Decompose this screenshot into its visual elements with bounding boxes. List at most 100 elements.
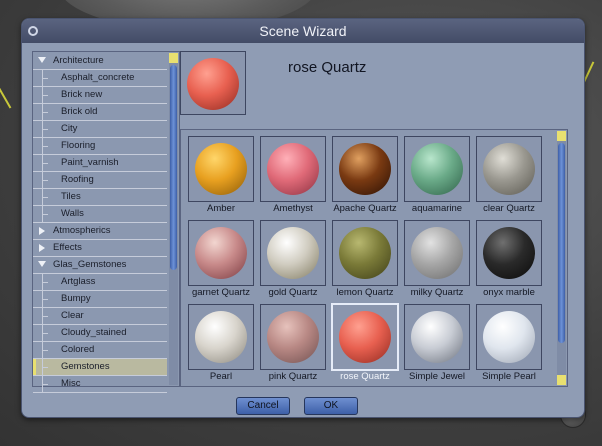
material-thumbnail[interactable] — [332, 136, 398, 202]
close-dot-icon[interactable] — [28, 26, 38, 36]
tree-connector-tick — [42, 78, 48, 79]
tree-item[interactable]: Asphalt_concrete — [33, 70, 167, 87]
tree-item-label: Walls — [61, 208, 84, 219]
tree-item[interactable]: Brick old — [33, 104, 167, 121]
expanded-triangle-icon[interactable] — [38, 57, 46, 63]
material-tile[interactable]: gold Quartz — [260, 220, 326, 298]
material-label: Amber — [207, 203, 235, 214]
collapsed-triangle-icon[interactable] — [39, 227, 45, 235]
tree-connector-tick — [42, 333, 48, 334]
material-thumbnail[interactable] — [188, 220, 254, 286]
grid-scroll-thumb[interactable] — [558, 143, 565, 343]
tree-item-label: Gemstones — [61, 361, 110, 372]
material-tile[interactable]: Apache Quartz — [332, 136, 398, 214]
material-thumbnail[interactable] — [404, 304, 470, 370]
tree-item[interactable]: Misc — [33, 376, 167, 393]
material-tile[interactable]: lemon Quartz — [332, 220, 398, 298]
material-tile[interactable]: garnet Quartz — [188, 220, 254, 298]
ok-button[interactable]: OK — [304, 397, 358, 415]
tree-item[interactable]: Tiles — [33, 189, 167, 206]
tree-item-label: Architecture — [53, 55, 104, 66]
tree-item-label: Atmospherics — [53, 225, 111, 236]
tree-scroll-cap — [169, 53, 178, 63]
material-sphere-icon — [339, 143, 391, 195]
material-thumbnail[interactable] — [260, 136, 326, 202]
tree-category[interactable]: Glas_Gemstones — [33, 257, 167, 274]
material-label: Simple Pearl — [482, 371, 536, 382]
tree-row-divider — [33, 392, 167, 393]
material-label: Amethyst — [273, 203, 313, 214]
tree-item[interactable]: Roofing — [33, 172, 167, 189]
cancel-button[interactable]: Cancel — [236, 397, 290, 415]
category-tree-list: Architecture Asphalt_concrete Brick new Bri… — [33, 53, 167, 393]
tree-scroll-thumb[interactable] — [170, 65, 177, 270]
tree-item-label: City — [61, 123, 78, 134]
tree-item-label: Artglass — [61, 276, 96, 287]
collapsed-triangle-icon[interactable] — [39, 244, 45, 252]
tree-item[interactable]: Colored — [33, 342, 167, 359]
material-tile[interactable]: pink Quartz — [260, 304, 326, 382]
tree-item[interactable]: Clear — [33, 308, 167, 325]
material-thumbnail[interactable] — [188, 304, 254, 370]
material-thumbnail[interactable] — [476, 136, 542, 202]
tree-scrollbar[interactable] — [169, 53, 178, 385]
tree-item[interactable]: Brick new — [33, 87, 167, 104]
material-thumbnail[interactable] — [260, 220, 326, 286]
preview-sphere-icon — [187, 58, 239, 110]
selection-marker — [33, 359, 36, 375]
material-sphere-icon — [339, 311, 391, 363]
material-thumbnail[interactable] — [476, 304, 542, 370]
material-tile[interactable]: Pearl — [188, 304, 254, 382]
tree-item[interactable]: Gemstones — [33, 359, 167, 376]
material-sphere-icon — [267, 143, 319, 195]
tree-item-label: Flooring — [61, 140, 96, 151]
expanded-triangle-icon[interactable] — [38, 261, 46, 267]
tree-connector-tick — [42, 299, 48, 300]
tree-item[interactable]: Cloudy_stained — [33, 325, 167, 342]
tree-item[interactable]: City — [33, 121, 167, 138]
material-thumbnail[interactable] — [476, 220, 542, 286]
material-tile[interactable]: rose Quartz — [331, 303, 399, 382]
material-thumbnail[interactable] — [404, 220, 470, 286]
tree-category[interactable]: Effects — [33, 240, 167, 257]
material-tile[interactable]: Amethyst — [260, 136, 326, 214]
tree-category[interactable]: Architecture — [33, 53, 167, 70]
material-tile[interactable]: clear Quartz — [476, 136, 542, 214]
tree-item-label: Cloudy_stained — [61, 327, 127, 338]
dialog-title: Scene Wizard — [259, 23, 347, 39]
tree-item[interactable]: Artglass — [33, 274, 167, 291]
tree-connector-tick — [42, 146, 48, 147]
grid-scrollbar[interactable] — [557, 131, 566, 385]
tree-connector-tick — [42, 197, 48, 198]
tree-item-label: Roofing — [61, 174, 94, 185]
material-thumbnail[interactable] — [331, 303, 399, 371]
tree-item[interactable]: Walls — [33, 206, 167, 223]
tree-item[interactable]: Paint_varnish — [33, 155, 167, 172]
dialog-titlebar[interactable]: Scene Wizard — [22, 19, 584, 43]
material-tile[interactable]: Amber — [188, 136, 254, 214]
material-thumbnail[interactable] — [332, 220, 398, 286]
material-label: pink Quartz — [268, 371, 318, 382]
material-tile[interactable]: onyx marble — [476, 220, 542, 298]
material-tile[interactable]: milky Quartz — [404, 220, 470, 298]
material-sphere-icon — [195, 227, 247, 279]
tree-connector-tick — [42, 384, 48, 385]
material-thumbnail[interactable] — [404, 136, 470, 202]
material-tile[interactable]: aquamarine — [404, 136, 470, 214]
material-label: Simple Jewel — [409, 371, 465, 382]
material-thumbnail[interactable] — [260, 304, 326, 370]
material-label: gold Quartz — [268, 287, 318, 298]
tree-item[interactable]: Flooring — [33, 138, 167, 155]
scene-wizard-dialog: Scene Wizard Architecture Asphalt_concret… — [21, 18, 585, 418]
tree-item[interactable]: Bumpy — [33, 291, 167, 308]
grid-scroll-cap-top — [557, 131, 566, 141]
material-label: rose Quartz — [340, 371, 390, 382]
tree-connector-tick — [42, 180, 48, 181]
material-tile[interactable]: Simple Jewel — [404, 304, 470, 382]
material-tile[interactable]: Simple Pearl — [476, 304, 542, 382]
tree-connector-tick — [42, 367, 48, 368]
material-thumbnail[interactable] — [188, 136, 254, 202]
tree-item-label: Tiles — [61, 191, 81, 202]
tree-category[interactable]: Atmospherics — [33, 223, 167, 240]
material-preview — [180, 51, 246, 115]
